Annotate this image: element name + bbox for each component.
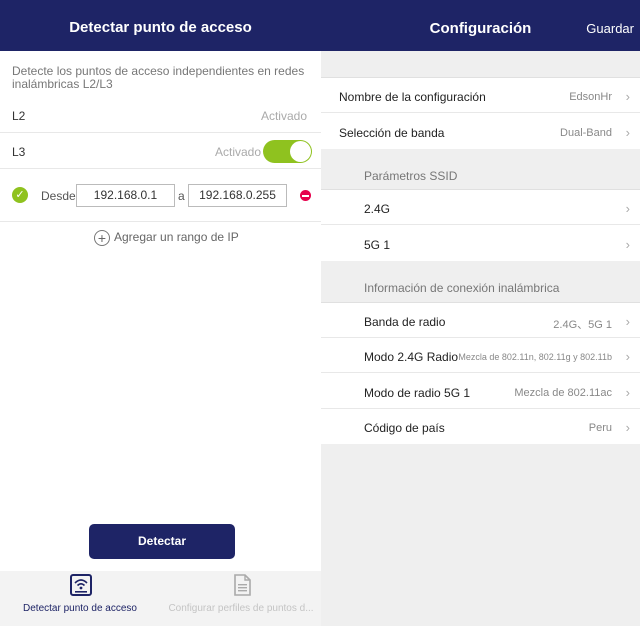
chevron-right-icon: ›: [625, 237, 630, 252]
radio-band-value: 2.4G、5G 1: [553, 319, 612, 331]
wifi-device-icon: [70, 574, 92, 596]
ip-to-input[interactable]: 192.168.0.255: [188, 184, 287, 207]
add-ip-range-button[interactable]: + Agregar un rango de IP: [94, 230, 239, 246]
range-separator: a: [178, 189, 185, 203]
config-name-label: Nombre de la configuración: [339, 90, 486, 104]
band-selection-row[interactable]: Selección de banda Dual-Band ›: [321, 114, 640, 149]
chevron-right-icon: ›: [625, 349, 630, 364]
country-code-value: Peru: [588, 422, 612, 434]
l2-status: Activado: [260, 109, 307, 123]
mode-5g1-row[interactable]: Modo de radio 5G 1 Mezcla de 802.11ac ›: [321, 374, 640, 409]
add-ip-range-label: Agregar un rango de IP: [114, 230, 239, 245]
mode-24g-label: Modo 2.4G Radio: [364, 350, 459, 364]
remove-range-icon[interactable]: [300, 190, 311, 201]
radio-band-row[interactable]: Banda de radio 2.4G、5G 1 ›: [321, 303, 640, 338]
config-name-value: EdsonHr: [569, 91, 612, 103]
ip-from-input[interactable]: 192.168.0.1: [76, 184, 175, 207]
l3-toggle[interactable]: [263, 140, 312, 163]
l3-label: L3: [12, 145, 26, 159]
nav-configure-profiles[interactable]: Configurar perfiles de puntos d...: [161, 571, 321, 626]
ssid-5g1-row[interactable]: 5G 1 ›: [321, 226, 640, 261]
page-title: Detectar punto de acceso: [0, 0, 321, 51]
document-icon: [234, 574, 251, 596]
mode-24g-row[interactable]: Modo 2.4G Radio Mezcla de 802.11n, 802.1…: [321, 338, 640, 373]
chevron-right-icon: ›: [625, 420, 630, 435]
l2-label: L2: [12, 109, 26, 123]
mode-5g1-value: Mezcla de 802.11ac: [514, 387, 612, 399]
nav-detect-ap-label: Detectar punto de acceso: [23, 603, 137, 614]
wireless-section-header: Información de conexión inalámbrica: [364, 281, 560, 295]
detect-button[interactable]: Detectar: [89, 524, 235, 559]
save-button[interactable]: Guardar: [586, 0, 634, 58]
config-name-row[interactable]: Nombre de la configuración EdsonHr ›: [321, 78, 640, 113]
plus-circle-icon: +: [94, 230, 110, 246]
chevron-right-icon: ›: [625, 125, 630, 140]
config-header: Configuración Guardar: [321, 0, 640, 51]
general-section: Nombre de la configuración EdsonHr › Sel…: [321, 77, 640, 149]
country-code-row[interactable]: Código de país Peru ›: [321, 409, 640, 444]
ssid-5g1-label: 5G 1: [364, 238, 391, 252]
check-icon[interactable]: ✓: [12, 187, 28, 203]
mode-5g1-label: Modo de radio 5G 1: [364, 386, 471, 400]
ssid-section-header: Parámetros SSID: [364, 169, 458, 183]
ssid-section: 2.4G › 5G 1 ›: [321, 189, 640, 261]
nav-configure-profiles-label: Configurar perfiles de puntos d...: [168, 603, 314, 614]
nav-detect-ap[interactable]: Detectar punto de acceso: [0, 571, 160, 626]
radio-band-label: Banda de radio: [364, 315, 446, 329]
from-label: Desde: [41, 189, 76, 203]
ssid-24g-label: 2.4G: [364, 202, 391, 216]
configuration-pane: Configuración Guardar Nombre de la confi…: [321, 0, 640, 626]
ssid-24g-row[interactable]: 2.4G ›: [321, 190, 640, 225]
chevron-right-icon: ›: [625, 89, 630, 104]
mode-24g-value: Mezcla de 802.11n, 802.11g y 802.11b: [458, 352, 612, 362]
chevron-right-icon: ›: [625, 201, 630, 216]
band-selection-label: Selección de banda: [339, 126, 445, 140]
country-code-label: Código de país: [364, 421, 445, 435]
chevron-right-icon: ›: [625, 385, 630, 400]
detect-description: Detecte los puntos de acceso independien…: [12, 64, 305, 91]
bottom-nav: Detectar punto de acceso Configurar perf…: [0, 571, 321, 626]
chevron-right-icon: ›: [625, 314, 630, 329]
band-selection-value: Dual-Band: [560, 127, 612, 139]
wireless-section: Banda de radio 2.4G、5G 1 › Modo 2.4G Rad…: [321, 302, 640, 444]
toggle-knob: [290, 141, 311, 162]
detect-ap-pane: Detectar punto de acceso Detecte los pun…: [0, 0, 321, 626]
l2-row[interactable]: L2 Activado: [0, 98, 321, 133]
l3-status: Activado: [215, 145, 262, 159]
